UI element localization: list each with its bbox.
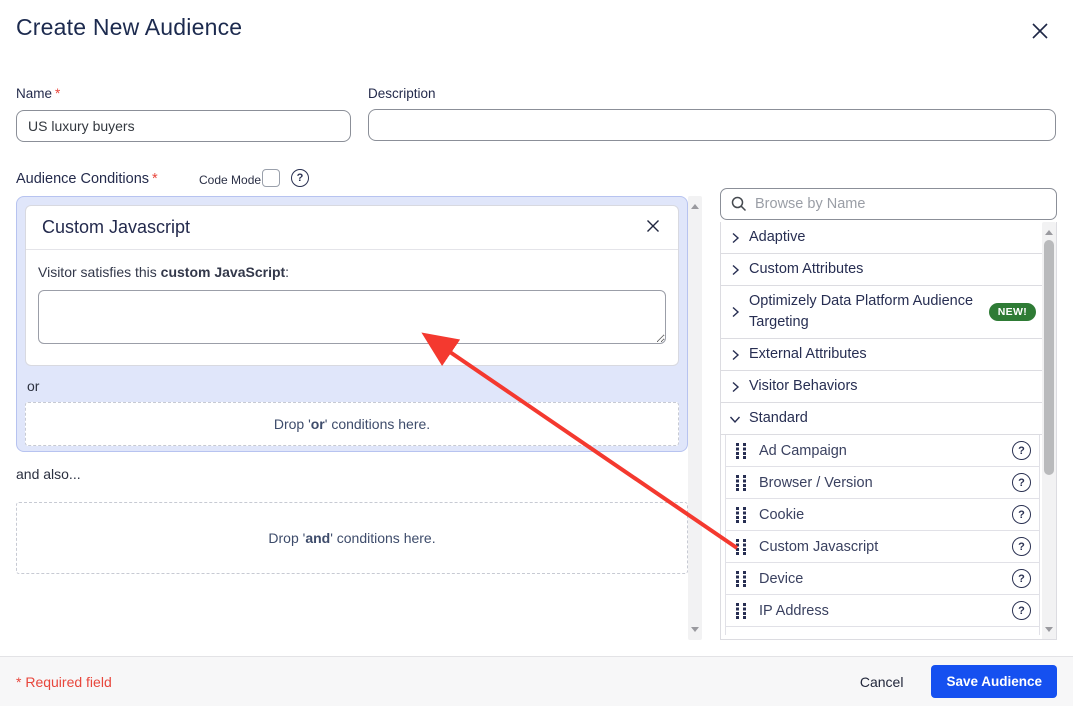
chevron-right-icon (729, 381, 741, 393)
scroll-up-icon[interactable] (1045, 230, 1053, 235)
new-badge: NEW! (989, 303, 1036, 321)
condition-remove-icon[interactable] (644, 217, 662, 238)
condition-item-label: Ad Campaign (759, 443, 847, 459)
help-icon[interactable]: ? (1012, 601, 1031, 620)
condition-item-label: Device (759, 571, 803, 587)
condition-card-body: Visitor satisfies this custom JavaScript… (26, 250, 678, 365)
condition-sentence-suffix: : (285, 264, 289, 280)
condition-item-label: Cookie (759, 507, 804, 523)
close-icon[interactable] (1030, 18, 1056, 44)
code-mode-help-icon[interactable]: ? (291, 169, 309, 187)
condition-item-browser-version[interactable]: Browser / Version ? (725, 467, 1040, 499)
search-icon (730, 195, 748, 218)
condition-item-label: Browser / Version (759, 475, 873, 491)
audience-conditions-label-text: Audience Conditions (16, 171, 149, 187)
condition-item-custom-javascript[interactable]: Custom Javascript ? (725, 531, 1040, 563)
and-also-label: and also... (16, 466, 81, 482)
drop-and-conditions-zone[interactable]: Drop 'and' conditions here. (16, 502, 688, 574)
drag-handle-icon[interactable] (736, 507, 747, 523)
drag-handle-icon[interactable] (736, 603, 747, 619)
help-icon[interactable]: ? (1012, 473, 1031, 492)
help-icon[interactable]: ? (1012, 537, 1031, 556)
page-title: Create New Audience (16, 14, 242, 41)
drag-handle-icon[interactable] (736, 475, 747, 491)
search-box (720, 188, 1057, 220)
drop-and-prefix: Drop ' (268, 530, 305, 546)
cancel-button[interactable]: Cancel (850, 668, 914, 696)
condition-item-label: IP Address (759, 603, 829, 619)
scroll-down-icon[interactable] (691, 627, 699, 632)
category-list-scrollbar[interactable] (1042, 222, 1056, 640)
browse-search-input[interactable] (720, 188, 1057, 220)
scroll-down-icon[interactable] (1045, 627, 1053, 632)
condition-item-device[interactable]: Device ? (725, 563, 1040, 595)
category-visitor-behaviors[interactable]: Visitor Behaviors (721, 371, 1056, 403)
condition-card-custom-javascript: Custom Javascript Visitor satisfies this… (25, 205, 679, 366)
description-field[interactable] (368, 109, 1056, 141)
builder-scrollbar[interactable] (688, 196, 702, 640)
category-label: Custom Attributes (749, 259, 863, 280)
name-field[interactable] (16, 110, 351, 142)
drop-and-suffix: ' conditions here. (330, 530, 435, 546)
or-group-panel: Custom Javascript Visitor satisfies this… (16, 196, 688, 452)
drop-or-prefix: Drop ' (274, 416, 311, 432)
condition-sentence-bold: custom JavaScript (161, 264, 286, 280)
condition-item-ad-campaign[interactable]: Ad Campaign ? (725, 435, 1040, 467)
drop-or-text: Drop 'or' conditions here. (274, 416, 430, 432)
name-label: Name* (16, 86, 60, 101)
name-label-text: Name (16, 86, 52, 101)
conditions-builder: Custom Javascript Visitor satisfies this… (16, 196, 702, 640)
condition-item-cookie[interactable]: Cookie ? (725, 499, 1040, 531)
category-label: Visitor Behaviors (749, 376, 858, 397)
category-custom-attributes[interactable]: Custom Attributes (721, 254, 1056, 286)
chevron-right-icon (729, 264, 741, 276)
chevron-right-icon (729, 232, 741, 244)
chevron-down-icon (729, 413, 741, 425)
category-odp-audience-targeting[interactable]: Optimizely Data Platform Audience Target… (721, 286, 1056, 339)
chevron-right-icon (729, 306, 741, 318)
modal-footer: * Required field Cancel Save Audience (0, 656, 1073, 706)
condition-item-label: Custom Javascript (759, 539, 878, 555)
drop-and-text: Drop 'and' conditions here. (268, 530, 435, 546)
category-standard[interactable]: Standard (721, 403, 1056, 435)
required-field-note: * Required field (16, 674, 112, 690)
category-label: External Attributes (749, 344, 867, 365)
category-adaptive[interactable]: Adaptive (721, 222, 1056, 254)
condition-browser: Adaptive Custom Attributes Optimizely Da… (720, 188, 1057, 640)
code-mode-label: Code Mode (199, 173, 261, 187)
audience-conditions-label: Audience Conditions* (16, 171, 158, 187)
chevron-right-icon (729, 349, 741, 361)
scroll-up-icon[interactable] (691, 204, 699, 209)
drag-handle-icon[interactable] (736, 539, 747, 555)
help-icon[interactable]: ? (1012, 505, 1031, 524)
drop-or-suffix: ' conditions here. (325, 416, 430, 432)
condition-item-partial (725, 627, 1040, 635)
condition-card-title: Custom Javascript (42, 217, 190, 238)
condition-card-header: Custom Javascript (26, 206, 678, 250)
help-icon[interactable]: ? (1012, 441, 1031, 460)
category-label: Optimizely Data Platform Audience Target… (749, 291, 979, 333)
drag-handle-icon[interactable] (736, 571, 747, 587)
condition-sentence: Visitor satisfies this custom JavaScript… (38, 264, 666, 280)
name-required-asterisk: * (55, 86, 60, 101)
category-external-attributes[interactable]: External Attributes (721, 339, 1056, 371)
scroll-thumb[interactable] (1044, 240, 1054, 475)
drop-or-bold: or (311, 416, 325, 432)
help-icon[interactable]: ? (1012, 569, 1031, 588)
drop-or-conditions-zone[interactable]: Drop 'or' conditions here. (25, 402, 679, 446)
category-list: Adaptive Custom Attributes Optimizely Da… (720, 222, 1057, 640)
category-label: Standard (749, 408, 808, 429)
condition-item-ip-address[interactable]: IP Address ? (725, 595, 1040, 627)
category-label: Adaptive (749, 227, 805, 248)
conditions-required-asterisk: * (152, 171, 158, 187)
or-connector-label: or (27, 378, 679, 394)
code-mode-checkbox[interactable] (262, 169, 280, 187)
drag-handle-icon[interactable] (736, 443, 747, 459)
drop-and-bold: and (305, 530, 330, 546)
description-label: Description (368, 86, 436, 101)
custom-javascript-textarea[interactable] (38, 290, 666, 344)
condition-sentence-prefix: Visitor satisfies this (38, 264, 161, 280)
save-audience-button[interactable]: Save Audience (931, 665, 1057, 698)
